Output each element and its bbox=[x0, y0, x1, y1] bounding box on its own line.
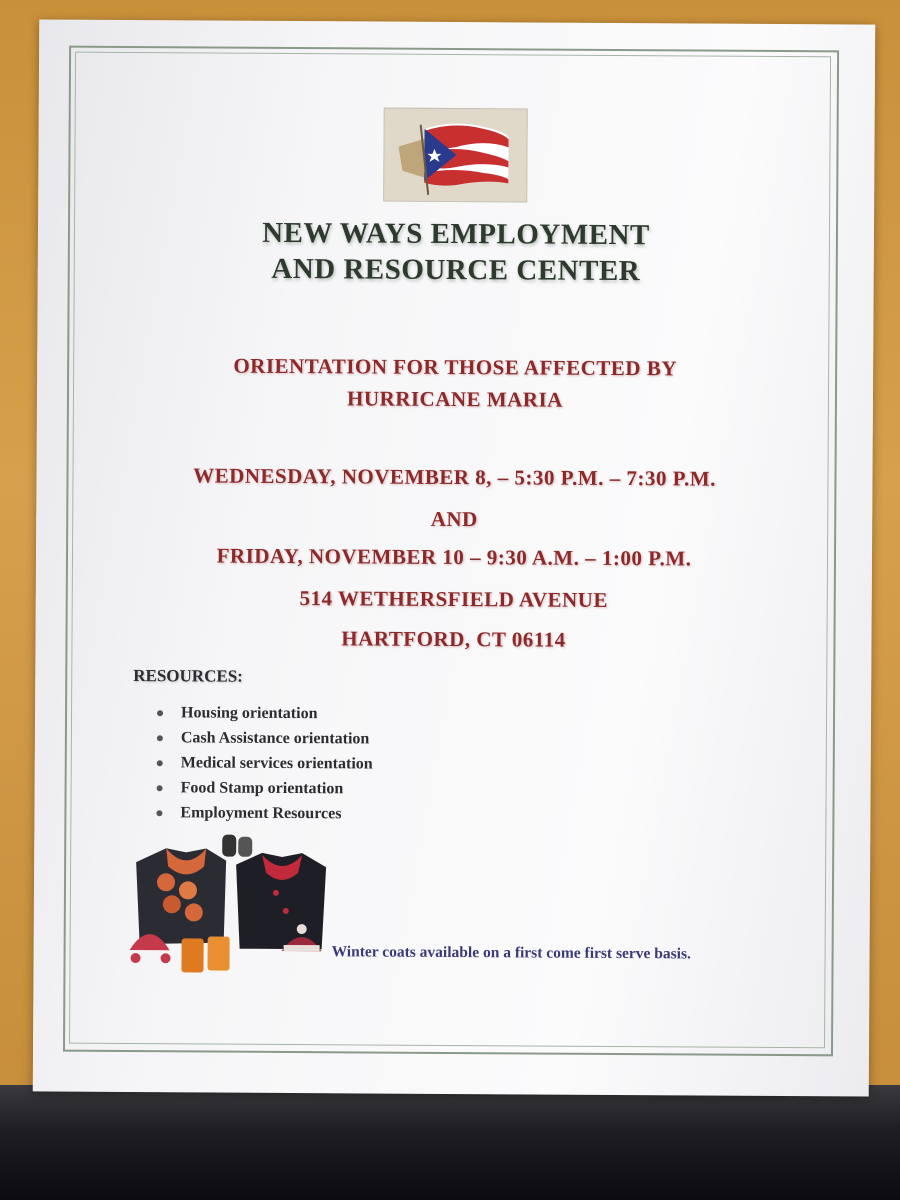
bullet-icon bbox=[157, 709, 164, 716]
puerto-rico-flag-icon bbox=[383, 107, 528, 203]
resource-item-label: Cash Assistance orientation bbox=[180, 729, 370, 748]
orientation-heading-line-2: HURRICANE MARIA bbox=[347, 386, 563, 412]
list-item: Cash Assistance orientation bbox=[156, 725, 373, 751]
resource-item-label: Food Stamp orientation bbox=[180, 779, 344, 798]
bullet-icon bbox=[156, 784, 163, 791]
center-title-line-2: AND RESOURCE CENTER bbox=[271, 252, 641, 288]
list-item: Employment Resources bbox=[156, 800, 372, 826]
table-surface bbox=[0, 1085, 900, 1200]
schedule-wednesday: WEDNESDAY, NOVEMBER 8, – 5:30 P.M. – 7:3… bbox=[193, 463, 716, 491]
schedule-friday: FRIDAY, NOVEMBER 10 – 9:30 A.M. – 1:00 P… bbox=[216, 543, 692, 571]
resources-list: Housing orientation Cash Assistance orie… bbox=[156, 700, 373, 826]
bullet-icon bbox=[156, 809, 163, 816]
resource-item-label: Medical services orientation bbox=[180, 754, 373, 773]
list-item: Housing orientation bbox=[157, 700, 373, 726]
address-city: HARTFORD, CT 06114 bbox=[341, 626, 566, 652]
winter-clothing-icon bbox=[125, 832, 336, 978]
flyer-paper: NEW WAYS EMPLOYMENT AND RESOURCE CENTER … bbox=[32, 19, 876, 1097]
winter-coats-note: Winter coats available on a first come f… bbox=[331, 943, 691, 963]
resource-item-label: Housing orientation bbox=[180, 704, 318, 723]
address-street: 514 WETHERSFIELD AVENUE bbox=[299, 586, 608, 612]
list-item: Food Stamp orientation bbox=[156, 775, 373, 801]
resources-heading: RESOURCES: bbox=[133, 666, 243, 686]
resource-item-label: Employment Resources bbox=[180, 804, 342, 823]
bullet-icon bbox=[156, 734, 163, 741]
orientation-heading-line-1: ORIENTATION FOR THOSE AFFECTED BY bbox=[233, 353, 678, 381]
list-item: Medical services orientation bbox=[156, 750, 373, 776]
bullet-icon bbox=[156, 759, 163, 766]
schedule-and: AND bbox=[430, 506, 478, 532]
center-title-line-1: NEW WAYS EMPLOYMENT bbox=[262, 216, 650, 252]
